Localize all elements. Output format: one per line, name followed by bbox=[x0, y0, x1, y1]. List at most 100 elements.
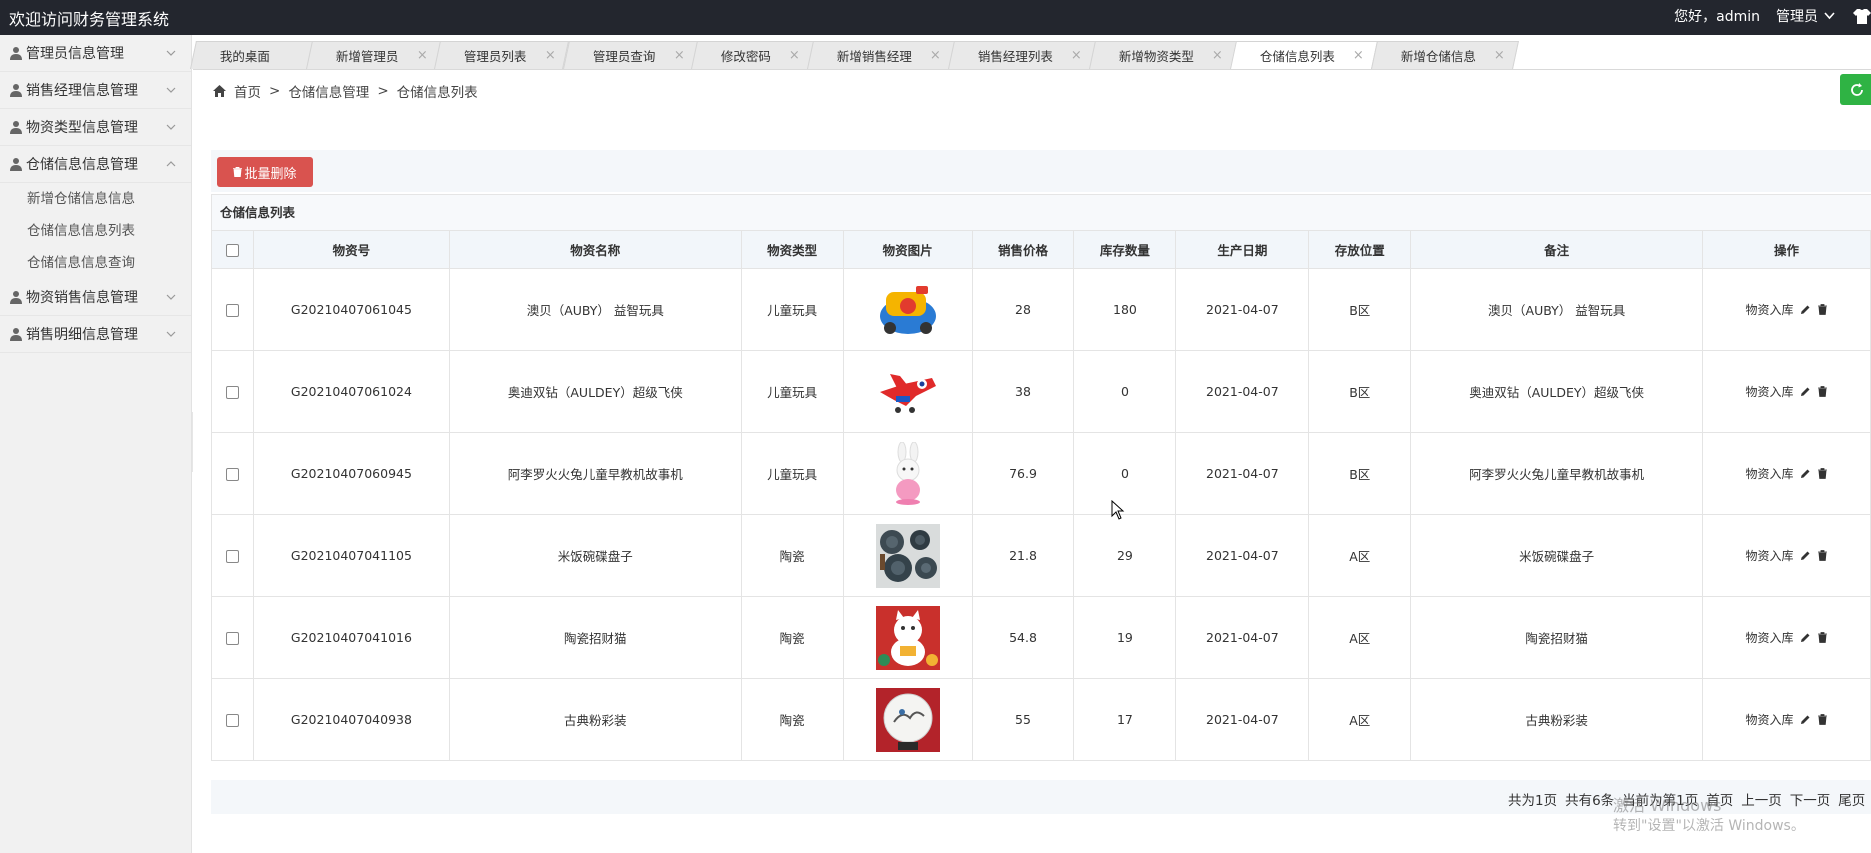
close-icon[interactable]: × bbox=[673, 48, 684, 63]
close-icon[interactable]: × bbox=[789, 48, 800, 63]
edit-icon[interactable] bbox=[1800, 550, 1811, 561]
stock-in-link[interactable]: 物资入库 bbox=[1746, 383, 1794, 400]
trash-icon[interactable] bbox=[1817, 632, 1828, 643]
edit-icon[interactable] bbox=[1800, 468, 1811, 479]
close-icon[interactable]: × bbox=[545, 48, 556, 63]
sidebar-item-storage[interactable]: 仓储信息信息管理 bbox=[0, 146, 191, 183]
cell-note: 米饭碗碟盘子 bbox=[1410, 514, 1704, 597]
close-icon[interactable]: × bbox=[930, 48, 941, 63]
role-dropdown[interactable]: 管理员 bbox=[1776, 6, 1835, 26]
tab-admin-list[interactable]: 管理员列表 × bbox=[434, 41, 570, 69]
edit-icon[interactable] bbox=[1800, 304, 1811, 315]
cell-location: B区 bbox=[1308, 268, 1412, 351]
stock-in-link[interactable]: 物资入库 bbox=[1746, 547, 1794, 564]
tab-admin-query[interactable]: 管理员查询 × bbox=[562, 41, 699, 69]
edit-icon[interactable] bbox=[1800, 632, 1811, 643]
user-icon bbox=[10, 84, 22, 97]
trash-icon[interactable] bbox=[1817, 304, 1828, 315]
mouse-cursor-icon bbox=[1111, 500, 1125, 520]
stock-in-link[interactable]: 物资入库 bbox=[1746, 711, 1794, 728]
close-icon[interactable]: × bbox=[1353, 48, 1364, 63]
tab-add-material-type[interactable]: 新增物资类型 × bbox=[1088, 41, 1237, 69]
edit-icon[interactable] bbox=[1800, 386, 1811, 397]
cell-location: B区 bbox=[1308, 350, 1412, 433]
column-header: 操作 bbox=[1702, 230, 1871, 269]
user-area: 您好，admin 管理员 bbox=[1674, 6, 1871, 26]
lucky-cat-icon bbox=[875, 605, 940, 670]
tab-label: 仓储信息列表 bbox=[1259, 49, 1335, 64]
sidebar: 管理员信息管理 销售经理信息管理 物资类型信息管理 仓储信息信息管理 新增仓储信… bbox=[0, 35, 192, 853]
submenu-item-storage-query[interactable]: 仓储信息信息查询 bbox=[0, 247, 191, 279]
tab-label: 销售经理列表 bbox=[977, 49, 1053, 64]
column-header: 库存数量 bbox=[1073, 230, 1177, 269]
home-icon bbox=[213, 85, 226, 97]
chevron-down-icon bbox=[1824, 12, 1835, 20]
cell-type: 陶瓷 bbox=[740, 514, 844, 597]
column-header: 物资图片 bbox=[842, 230, 973, 269]
submenu-item-storage-list[interactable]: 仓储信息信息列表 bbox=[0, 215, 191, 247]
edit-icon[interactable] bbox=[1800, 714, 1811, 725]
row-checkbox[interactable] bbox=[225, 304, 239, 317]
cell-price: 28 bbox=[971, 268, 1075, 351]
sidebar-item-material-type[interactable]: 物资类型信息管理 bbox=[0, 109, 191, 146]
cell-id: G20210407060945 bbox=[252, 432, 450, 515]
sidebar-item-material-sales[interactable]: 物资销售信息管理 bbox=[0, 279, 191, 316]
toy-rabbit-icon bbox=[875, 441, 940, 506]
row-checkbox[interactable] bbox=[225, 714, 239, 727]
cell-date: 2021-04-07 bbox=[1175, 350, 1310, 433]
pager-last[interactable]: 尾页 bbox=[1838, 789, 1865, 809]
tab-divider bbox=[193, 69, 1871, 70]
tab-add-sales-manager[interactable]: 新增销售经理 × bbox=[807, 41, 956, 69]
close-icon[interactable]: × bbox=[1494, 48, 1505, 63]
row-checkbox[interactable] bbox=[225, 632, 239, 645]
chevron-down-icon bbox=[166, 50, 176, 56]
sidebar-item-sales-manager[interactable]: 销售经理信息管理 bbox=[0, 72, 191, 109]
user-icon bbox=[10, 158, 22, 171]
tab-label: 管理员查询 bbox=[592, 49, 656, 64]
user-icon bbox=[10, 47, 22, 60]
toy-car-icon bbox=[875, 277, 940, 342]
sidebar-item-admin[interactable]: 管理员信息管理 bbox=[0, 35, 191, 72]
row-checkbox[interactable] bbox=[225, 468, 239, 481]
close-icon[interactable]: × bbox=[416, 48, 427, 63]
breadcrumb-level1[interactable]: 仓储信息管理 bbox=[288, 81, 369, 101]
tab-sales-manager-list[interactable]: 销售经理列表 × bbox=[948, 41, 1096, 69]
user-icon bbox=[10, 121, 22, 134]
stock-in-link[interactable]: 物资入库 bbox=[1746, 301, 1794, 318]
row-checkbox[interactable] bbox=[225, 550, 239, 563]
trash-icon[interactable] bbox=[1817, 468, 1828, 479]
cell-date: 2021-04-07 bbox=[1175, 432, 1310, 515]
row-actions: 物资入库 bbox=[1746, 711, 1828, 728]
sidebar-item-sales-detail[interactable]: 销售明细信息管理 bbox=[0, 316, 191, 353]
refresh-button[interactable] bbox=[1840, 74, 1871, 105]
breadcrumb-separator: > bbox=[269, 83, 281, 99]
stock-in-link[interactable]: 物资入库 bbox=[1746, 465, 1794, 482]
close-icon[interactable]: × bbox=[1212, 48, 1223, 63]
tab-my-desktop[interactable]: 我的桌面× bbox=[190, 41, 313, 69]
batch-delete-label: 批量删除 bbox=[244, 166, 297, 182]
select-all-checkbox[interactable] bbox=[225, 244, 239, 257]
tab-change-password[interactable]: 修改密码 × bbox=[691, 41, 815, 69]
sidebar-item-label: 销售经理信息管理 bbox=[26, 83, 138, 99]
table-title: 仓储信息列表 bbox=[211, 194, 1871, 230]
cell-stock: 29 bbox=[1073, 514, 1177, 597]
cell-location: A区 bbox=[1308, 596, 1412, 679]
close-icon[interactable]: × bbox=[1071, 48, 1082, 63]
tab-add-storage[interactable]: 新增仓储信息 × bbox=[1370, 41, 1519, 69]
breadcrumb-home[interactable]: 首页 bbox=[234, 81, 261, 101]
tab-storage-list[interactable]: 仓储信息列表 × bbox=[1229, 41, 1378, 69]
role-label: 管理员 bbox=[1776, 9, 1818, 25]
sidebar-item-label: 管理员信息管理 bbox=[26, 46, 124, 62]
trash-icon[interactable] bbox=[1817, 550, 1828, 561]
row-checkbox[interactable] bbox=[225, 386, 239, 399]
cell-stock: 19 bbox=[1073, 596, 1177, 679]
theme-shirt-icon[interactable] bbox=[1853, 7, 1871, 25]
trash-icon[interactable] bbox=[1817, 714, 1828, 725]
stock-in-link[interactable]: 物资入库 bbox=[1746, 629, 1794, 646]
column-header: 备注 bbox=[1410, 230, 1704, 269]
tab-add-admin[interactable]: 新增管理员 × bbox=[305, 41, 442, 69]
column-header: 销售价格 bbox=[971, 230, 1075, 269]
trash-icon[interactable] bbox=[1817, 386, 1828, 397]
submenu-item-add-storage[interactable]: 新增仓储信息信息 bbox=[0, 183, 191, 215]
batch-delete-button[interactable]: 批量删除 bbox=[217, 157, 313, 187]
